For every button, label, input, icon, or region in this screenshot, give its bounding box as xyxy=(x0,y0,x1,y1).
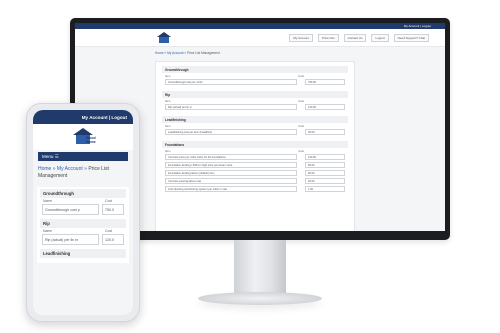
col-label-item: Item xyxy=(165,74,171,78)
col-label-item: Item xyxy=(165,124,171,128)
price-row: Leadfinishing cost per item (install/ext… xyxy=(162,128,348,136)
price-row: Concrete pouring labour rate 40.00 xyxy=(162,177,348,185)
logo-text: Wood Home xyxy=(86,136,96,144)
price-field[interactable]: 65.00 xyxy=(305,162,345,168)
breadcrumb-current: Price List Management xyxy=(187,51,220,55)
phone-account-links[interactable]: My Account | Logout xyxy=(82,115,127,120)
monitor-stand-neck xyxy=(234,240,286,296)
section-title: Rip xyxy=(162,91,348,98)
item-name-field[interactable]: Concrete price per cubic metre for the f… xyxy=(165,154,297,160)
monitor-stand-base xyxy=(198,292,322,305)
house-logo-icon[interactable] xyxy=(155,31,173,44)
col-label-price: Cost xyxy=(298,99,304,103)
item-name-field[interactable]: Foundation decking / 600mm high price pe… xyxy=(165,162,297,168)
price-list-panel: Groundthrough Name Cost Groundthrough cos… xyxy=(37,187,129,263)
breadcrumb-home[interactable]: Home xyxy=(155,51,164,55)
menu-button[interactable]: Menu ☰ xyxy=(38,152,128,161)
price-field[interactable]: 750.0 xyxy=(102,204,124,215)
price-row: Concrete price per cubic metre for the f… xyxy=(162,153,348,161)
breadcrumb-home[interactable]: Home xyxy=(38,166,51,172)
price-field[interactable]: 750.00 xyxy=(305,79,345,85)
breadcrumb-account[interactable]: My Account xyxy=(57,166,83,172)
col-label-item: Item xyxy=(165,99,171,103)
item-name-field[interactable]: Leadfinishing cost per item (install/ext… xyxy=(165,129,297,135)
price-row: Rip (actual) per lin m 120.00 xyxy=(162,103,348,111)
breadcrumb: Home » My Account » Price List Managemen… xyxy=(38,166,109,179)
desktop-header: My Account Price Kits Contact Us Logout … xyxy=(75,29,445,47)
item-name-field[interactable]: Foundation decking labour (default) item xyxy=(165,170,297,176)
price-field[interactable]: 120.00 xyxy=(305,154,345,160)
price-field[interactable]: 1.00 xyxy=(305,186,345,192)
desktop-account-links[interactable]: My Account | Logout xyxy=(404,24,431,28)
price-row: Rip (actual) per lin m 120.0 xyxy=(40,233,126,246)
section-title: Foundations xyxy=(162,141,348,148)
col-label-item: Name xyxy=(43,229,53,233)
section-title: Leadfinishing xyxy=(40,249,126,258)
nav-support-chat[interactable]: Need Support? Chat xyxy=(393,33,429,42)
item-name-field[interactable]: Groundthrough cost per m²/lm xyxy=(165,79,297,85)
col-label-item: Item xyxy=(165,149,171,153)
phone-screen: My Account | Logout Wood Home Menu ☰ Hom… xyxy=(33,110,133,315)
section-title: Rip xyxy=(40,219,126,228)
desktop-nav: My Account Price Kits Contact Us Logout … xyxy=(289,33,429,42)
section-groundthrough: Groundthrough Name Cost Groundthrough cos… xyxy=(40,189,126,216)
col-label-price: Cost xyxy=(298,124,304,128)
price-field[interactable]: 90.00 xyxy=(305,170,345,176)
price-field[interactable]: 40.00 xyxy=(305,178,345,184)
phone-topbar: My Account | Logout xyxy=(33,110,133,124)
section-title: Groundthrough xyxy=(162,66,348,73)
section-groundthrough: Groundthrough Item Cost Groundthrough cos… xyxy=(162,66,348,86)
nav-contact-us[interactable]: Contact Us xyxy=(343,33,367,42)
breadcrumb-account[interactable]: My Account xyxy=(167,51,183,55)
nav-price-kits[interactable]: Price Kits xyxy=(317,33,339,42)
col-label-price: Cost xyxy=(298,149,304,153)
col-label-price: Cost xyxy=(105,229,112,233)
house-logo-icon[interactable]: Wood Home xyxy=(69,128,97,146)
price-row: Foundation decking labour (default) item… xyxy=(162,169,348,177)
price-field[interactable]: 120.00 xyxy=(305,104,345,110)
item-name-field[interactable]: Rip (actual) per lin m xyxy=(42,234,99,245)
section-title: Groundthrough xyxy=(40,189,126,198)
nav-logout[interactable]: Logout xyxy=(371,33,389,42)
breadcrumb: Home » My Account » Price List Managemen… xyxy=(155,51,220,55)
phone-device: My Account | Logout Wood Home Menu ☰ Hom… xyxy=(26,103,140,322)
price-field[interactable]: 120.0 xyxy=(102,234,124,245)
section-rip: Rip Name Cost Rip (actual) per lin m 120.… xyxy=(40,219,126,246)
price-row: Groundthrough cost per m²/lm 750.00 xyxy=(162,78,348,86)
item-name-field[interactable]: Groundthrough cost p xyxy=(42,204,99,215)
item-name-field[interactable]: Concrete pouring labour rate xyxy=(165,178,297,184)
section-title: Leadfinishing xyxy=(162,116,348,123)
phone-header: Wood Home xyxy=(33,124,133,150)
price-row: Foundation decking / 600mm high price pe… xyxy=(162,161,348,169)
section-foundations: Foundations Item Cost Concrete price per … xyxy=(162,141,348,193)
price-row: Groundthrough cost p 750.0 xyxy=(40,203,126,216)
section-leadfinishing: Leadfinishing xyxy=(40,249,126,258)
section-leadfinishing: Leadfinishing Item Cost Leadfinishing cos… xyxy=(162,116,348,136)
col-label-price: Cost xyxy=(298,74,304,78)
price-list-panel: Groundthrough Item Cost Groundthrough cos… xyxy=(155,61,355,231)
col-label-item: Name xyxy=(43,199,53,203)
item-name-field[interactable]: Joist (framing and flooring system) per … xyxy=(165,186,297,192)
price-field[interactable]: 30.00 xyxy=(305,129,345,135)
item-name-field[interactable]: Rip (actual) per lin m xyxy=(165,104,297,110)
price-row: Joist (framing and flooring system) per … xyxy=(162,185,348,193)
nav-my-account[interactable]: My Account xyxy=(289,33,313,42)
section-rip: Rip Item Cost Rip (actual) per lin m 120.… xyxy=(162,91,348,111)
col-label-price: Cost xyxy=(105,199,112,203)
